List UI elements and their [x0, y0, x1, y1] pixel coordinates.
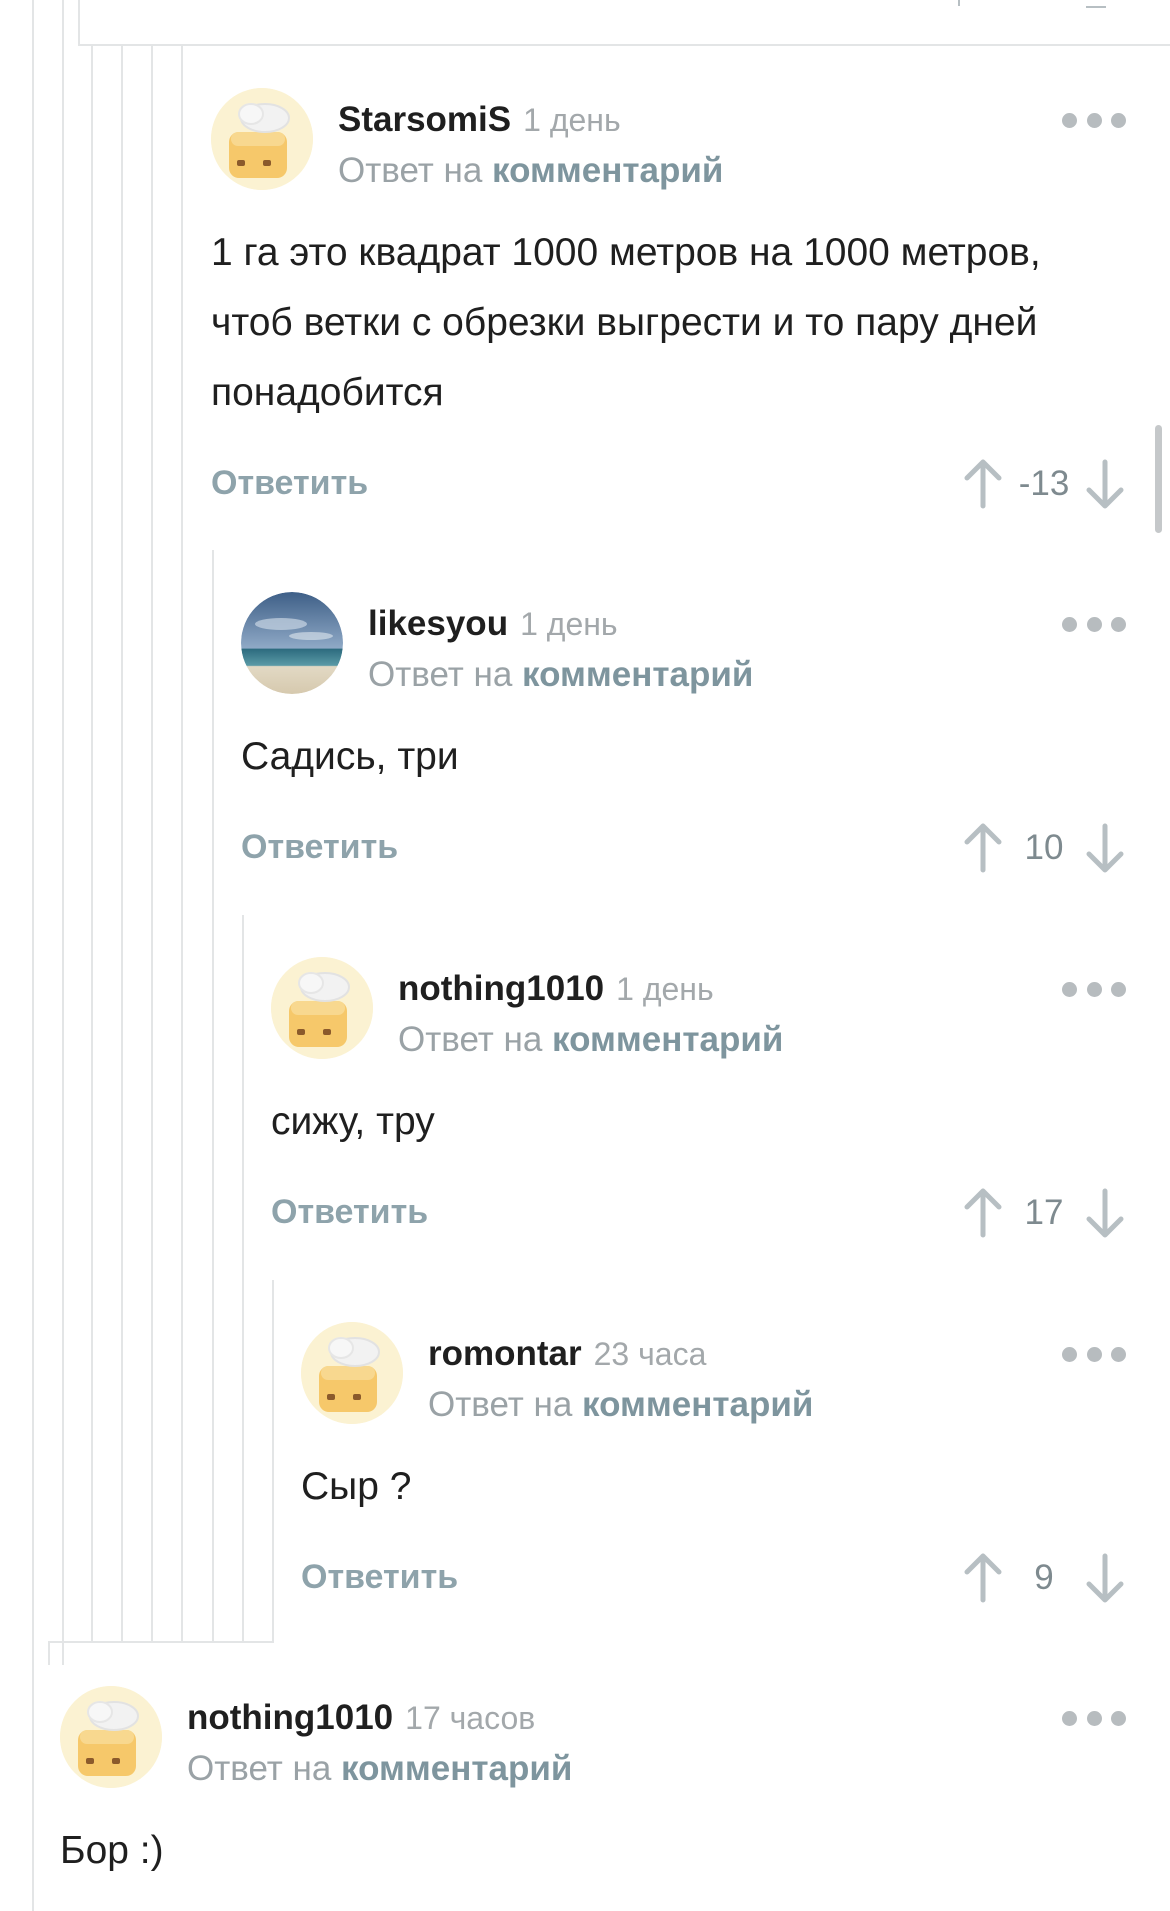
reply-button[interactable]: Ответить — [211, 464, 368, 503]
vote-score: 9 — [1034, 1558, 1054, 1597]
avatar[interactable] — [241, 592, 343, 694]
vote-controls: -13 — [962, 454, 1126, 514]
comment-text: Садись, три — [241, 735, 459, 778]
comment-text: сижу, тру — [271, 1100, 435, 1143]
username[interactable]: nothing1010 — [187, 1698, 393, 1737]
comment-text: Бор :) — [60, 1829, 164, 1872]
more-dots-icon[interactable] — [1062, 1708, 1126, 1728]
comment-header: romontar 23 часа Ответ на комментарий — [301, 1322, 1126, 1432]
beach-photo-avatar-icon — [241, 592, 343, 694]
comment: nothing1010 17 часов Ответ на комментарий… — [60, 1686, 1126, 1886]
avatar[interactable] — [301, 1322, 403, 1424]
avatar[interactable] — [211, 88, 313, 190]
more-dots-icon[interactable] — [1062, 1344, 1126, 1364]
reply-to-link[interactable]: комментарий — [492, 151, 723, 190]
comment-header: StarsomiS 1 день Ответ на комментарий — [211, 88, 1126, 198]
toast-chef-avatar-icon — [60, 1686, 162, 1788]
toast-chef-avatar-icon — [271, 957, 373, 1059]
reply-to-line: Ответ на комментарий — [338, 151, 723, 191]
reply-button[interactable]: Ответить — [301, 1558, 458, 1597]
comment-header: likesyou 1 день Ответ на комментарий — [241, 592, 1126, 702]
avatar[interactable] — [60, 1686, 162, 1788]
vote-score: -13 — [1018, 464, 1070, 503]
reply-to-label: Ответ на — [187, 1749, 332, 1788]
comment-footer: Ответить 10 — [241, 810, 1126, 890]
reply-to-link[interactable]: комментарий — [582, 1385, 813, 1424]
arrow-down-icon[interactable] — [1084, 458, 1126, 510]
comment-time: 1 день — [523, 102, 621, 138]
reply-button[interactable]: Ответить — [271, 1193, 428, 1232]
comment-time: 23 часа — [593, 1336, 707, 1372]
reply-to-link[interactable]: комментарий — [522, 655, 753, 694]
comment: nothing1010 1 день Ответ на комментарий с… — [271, 957, 1126, 1255]
username[interactable]: nothing1010 — [398, 969, 604, 1008]
arrow-up-icon[interactable] — [962, 1187, 1004, 1239]
more-dots-icon[interactable] — [1062, 979, 1126, 999]
vote-score: 10 — [1024, 828, 1064, 867]
reply-to-line: Ответ на комментарий — [428, 1385, 813, 1425]
arrow-up-icon[interactable] — [962, 458, 1004, 510]
vote-controls: 10 — [962, 818, 1126, 878]
arrow-down-icon[interactable] — [1084, 1552, 1126, 1604]
comment-footer: Ответить 17 — [271, 1175, 1126, 1255]
comment: StarsomiS 1 день Ответ на комментарий 1 г… — [211, 88, 1126, 526]
comment-time: 17 часов — [405, 1700, 536, 1736]
reply-to-label: Ответ на — [428, 1385, 573, 1424]
vote-controls: 17 — [962, 1183, 1126, 1243]
arrow-down-icon[interactable] — [1084, 1187, 1126, 1239]
reply-to-line: Ответ на комментарий — [398, 1020, 783, 1060]
comment: romontar 23 часа Ответ на комментарий Сыр… — [301, 1322, 1126, 1620]
more-dots-icon[interactable] — [1062, 110, 1126, 130]
reply-button[interactable]: Ответить — [241, 828, 398, 867]
toast-chef-avatar-icon — [211, 88, 313, 190]
reply-to-link[interactable]: комментарий — [552, 1020, 783, 1059]
username[interactable]: StarsomiS — [338, 100, 511, 139]
comment-text: 1 га это квадрат 1000 метров на 1000 мет… — [211, 231, 1041, 414]
prev-comment-votes-partial — [936, 0, 1126, 8]
vote-score: 17 — [1024, 1193, 1064, 1232]
scrollbar[interactable] — [1155, 425, 1162, 533]
reply-to-label: Ответ на — [338, 151, 483, 190]
username[interactable]: romontar — [428, 1334, 582, 1373]
username[interactable]: likesyou — [368, 604, 508, 643]
reply-to-label: Ответ на — [368, 655, 513, 694]
comment-header: nothing1010 17 часов Ответ на комментарий — [60, 1686, 1126, 1796]
comment-header: nothing1010 1 день Ответ на комментарий — [271, 957, 1126, 1067]
arrow-up-icon[interactable] — [962, 822, 1004, 874]
comment: likesyou 1 день Ответ на комментарий Сади… — [241, 592, 1126, 890]
avatar[interactable] — [271, 957, 373, 1059]
reply-to-link[interactable]: комментарий — [341, 1749, 572, 1788]
comment-time: 1 день — [616, 971, 714, 1007]
comment-footer: Ответить 9 — [301, 1540, 1126, 1620]
comment-time: 1 день — [520, 606, 618, 642]
toast-chef-avatar-icon — [301, 1322, 403, 1424]
reply-to-line: Ответ на комментарий — [187, 1749, 572, 1789]
reply-to-label: Ответ на — [398, 1020, 543, 1059]
comment-footer: Ответить -13 — [211, 446, 1126, 526]
comment-text: Сыр ? — [301, 1465, 412, 1508]
vote-controls: 9 — [962, 1548, 1126, 1608]
reply-to-line: Ответ на комментарий — [368, 655, 753, 695]
arrow-down-icon[interactable] — [1084, 822, 1126, 874]
more-dots-icon[interactable] — [1062, 614, 1126, 634]
arrow-up-icon[interactable] — [962, 1552, 1004, 1604]
